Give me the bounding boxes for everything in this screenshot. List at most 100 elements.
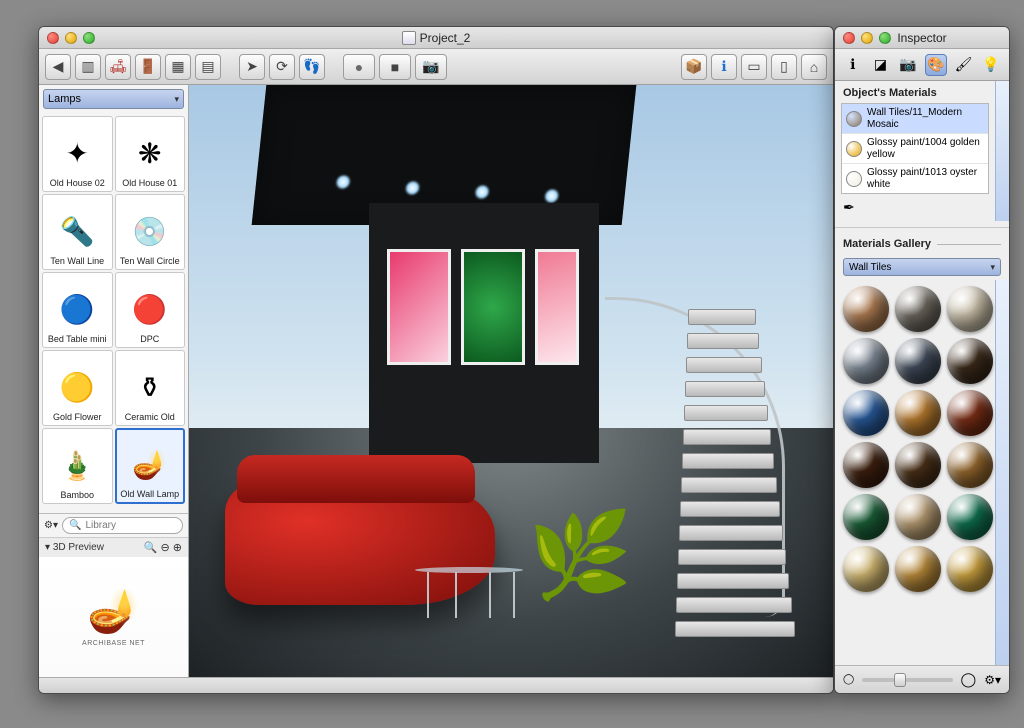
library-item-label: Gold Flower	[53, 411, 102, 425]
library-item[interactable]: 🎍Bamboo	[42, 428, 113, 504]
material-swatch[interactable]	[947, 390, 993, 436]
record-button[interactable]: ●	[343, 54, 375, 80]
material-swatch[interactable]	[895, 286, 941, 332]
column-tool-button[interactable]: ▥	[75, 54, 101, 80]
material-name: Glossy paint/1004 golden yellow	[867, 137, 984, 160]
tab-materials[interactable]: 🎨	[925, 54, 947, 76]
minimize-icon[interactable]	[861, 32, 873, 44]
info-button[interactable]: ℹ	[711, 54, 737, 80]
thumbnail-size-slider[interactable]	[862, 678, 952, 682]
material-name: Glossy paint/1013 oyster white	[867, 167, 984, 190]
preview-zoom-controls[interactable]: 🔍 ⊖ ⊕	[144, 541, 182, 554]
zoom-icon[interactable]	[83, 32, 95, 44]
library-item-label: Old House 01	[122, 177, 177, 191]
library-search-input[interactable]: 🔍 Library	[62, 517, 183, 534]
material-row[interactable]: Glossy paint/1004 golden yellow	[842, 134, 988, 164]
material-swatch[interactable]	[843, 442, 889, 488]
material-swatch[interactable]	[947, 338, 993, 384]
lamp-icon: ⚱	[126, 363, 174, 411]
eyedropper-icon[interactable]: ✒	[843, 199, 855, 215]
close-icon[interactable]	[47, 32, 59, 44]
material-swatch[interactable]	[895, 546, 941, 592]
window-controls	[39, 32, 95, 44]
walk-tool-button[interactable]: 👣	[299, 54, 325, 80]
tab-camera[interactable]: 📷	[897, 54, 919, 76]
gear-icon[interactable]: ⚙▾	[984, 673, 1001, 687]
tab-info[interactable]: ℹ	[842, 54, 864, 76]
minimize-icon[interactable]	[65, 32, 77, 44]
material-swatch[interactable]	[947, 442, 993, 488]
library-item-label: Bamboo	[60, 489, 94, 503]
search-placeholder: Library	[85, 520, 116, 531]
library-item[interactable]: 🔵Bed Table mini	[42, 272, 113, 348]
material-swatch[interactable]	[843, 338, 889, 384]
material-swatch[interactable]	[895, 390, 941, 436]
preview-3d[interactable]: 🪔 ARCHIBASE NET	[39, 557, 188, 677]
viewport-3d[interactable]: 🌿	[189, 85, 833, 677]
library-item-label: Ten Wall Line	[50, 255, 104, 269]
library-item-label: Ceramic Old	[125, 411, 175, 425]
library-item-label: DPC	[140, 333, 159, 347]
lamp-icon: 🔦	[53, 207, 101, 255]
furniture-tool-button[interactable]: 🛋	[105, 54, 131, 80]
material-swatch[interactable]	[947, 494, 993, 540]
export-button[interactable]: 📦	[681, 54, 707, 80]
material-swatch[interactable]	[843, 494, 889, 540]
library-item[interactable]: 🔦Ten Wall Line	[42, 194, 113, 270]
material-swatch[interactable]	[843, 546, 889, 592]
window-title: Project_2	[39, 31, 833, 45]
library-item[interactable]: ✦Old House 02	[42, 116, 113, 192]
tab-brush[interactable]: 🖌	[952, 54, 974, 76]
library-item[interactable]: ❋Old House 01	[115, 116, 186, 192]
inspector-titlebar: Inspector	[835, 27, 1009, 49]
material-swatch[interactable]	[947, 286, 993, 332]
size-large-icon: ◯	[961, 671, 977, 688]
material-swatch[interactable]	[895, 494, 941, 540]
tab-light[interactable]: 💡	[980, 54, 1002, 76]
material-swatch[interactable]	[843, 286, 889, 332]
tab-geometry[interactable]: ◪	[869, 54, 891, 76]
material-swatch[interactable]	[843, 390, 889, 436]
library-item[interactable]: 🟡Gold Flower	[42, 350, 113, 426]
materials-scrollbar[interactable]	[995, 81, 1009, 221]
project-window: Project_2 ◀ ▥ 🛋 🚪 ▦ ▤ ➤ ⟳ 👣 ● ■ 📷 📦 ℹ ▭ …	[38, 26, 834, 694]
close-icon[interactable]	[843, 32, 855, 44]
lamp-icon: 🔵	[53, 285, 101, 333]
snapshot-button[interactable]: 📷	[415, 54, 447, 80]
layout-tool-button[interactable]: ▤	[195, 54, 221, 80]
material-swatch[interactable]	[947, 546, 993, 592]
material-swatch[interactable]	[895, 338, 941, 384]
stop-button[interactable]: ■	[379, 54, 411, 80]
orbit-tool-button[interactable]: ⟳	[269, 54, 295, 80]
library-item-label: Ten Wall Circle	[120, 255, 180, 269]
material-row[interactable]: Glossy paint/1013 oyster white	[842, 164, 988, 193]
nav-back-button[interactable]: ◀	[45, 54, 71, 80]
preview-header[interactable]: ▾ 3D Preview 🔍 ⊖ ⊕	[39, 537, 188, 557]
render-scene: 🌿	[189, 85, 833, 677]
window-tool-button[interactable]: ▦	[165, 54, 191, 80]
gallery-category-select[interactable]: Wall Tiles	[843, 258, 1001, 276]
material-swatch[interactable]	[895, 442, 941, 488]
library-item[interactable]: 🔴DPC	[115, 272, 186, 348]
lamp-icon: 💿	[126, 207, 174, 255]
main-toolbar: ◀ ▥ 🛋 🚪 ▦ ▤ ➤ ⟳ 👣 ● ■ 📷 📦 ℹ ▭ ▯ ⌂	[39, 49, 833, 85]
view-2d-button[interactable]: ▭	[741, 54, 767, 80]
preview-object-icon: 🪔	[87, 587, 139, 636]
library-item[interactable]: ⚱Ceramic Old	[115, 350, 186, 426]
materials-section-label: Object's Materials	[835, 81, 995, 103]
library-category-label: Lamps	[48, 93, 81, 105]
material-swatch-icon	[846, 111, 862, 127]
library-category-select[interactable]: Lamps	[43, 89, 184, 109]
door-tool-button[interactable]: 🚪	[135, 54, 161, 80]
gear-icon[interactable]: ⚙▾	[44, 520, 58, 531]
material-row[interactable]: Wall Tiles/11_Modern Mosaic	[842, 104, 988, 134]
size-small-icon: ◯	[843, 674, 854, 685]
library-grid: ✦Old House 02❋Old House 01🔦Ten Wall Line…	[39, 113, 188, 513]
gallery-scrollbar[interactable]	[995, 280, 1009, 665]
home-view-button[interactable]: ⌂	[801, 54, 827, 80]
library-item[interactable]: 💿Ten Wall Circle	[115, 194, 186, 270]
pointer-tool-button[interactable]: ➤	[239, 54, 265, 80]
view-3d-button[interactable]: ▯	[771, 54, 797, 80]
library-item[interactable]: 🪔Old Wall Lamp	[115, 428, 186, 504]
zoom-icon[interactable]	[879, 32, 891, 44]
